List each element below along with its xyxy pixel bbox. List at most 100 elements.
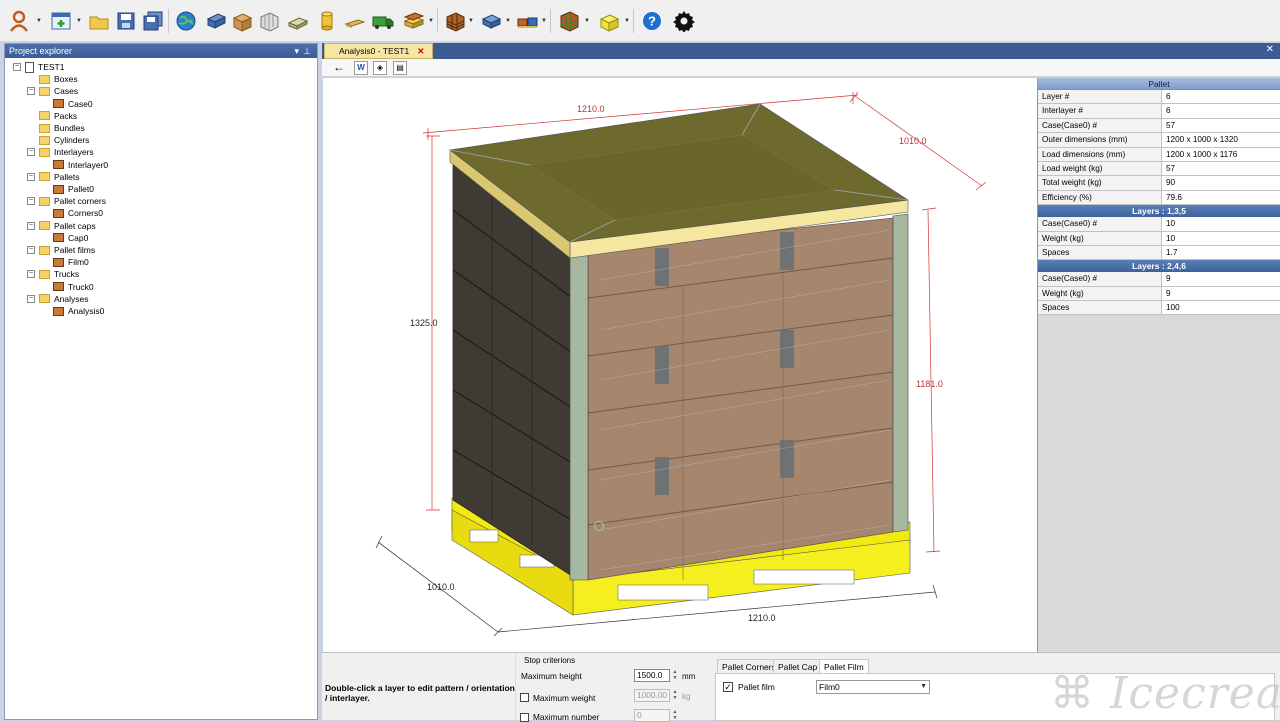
cylinder-icon[interactable] (314, 8, 340, 34)
tree-folder-boxes[interactable]: Boxes (39, 73, 78, 85)
tree-item-truck0[interactable]: Truck0 (53, 281, 94, 293)
settings-icon[interactable] (671, 8, 697, 34)
tree-item-corners0[interactable]: Corners0 (53, 207, 103, 219)
case-icon[interactable] (229, 8, 255, 34)
collapse-icon[interactable]: − (13, 63, 21, 71)
property-row[interactable]: Case(Case0) #10 (1038, 217, 1280, 232)
new-document-icon[interactable] (48, 8, 74, 34)
chevron-down-icon[interactable]: ▼ (428, 18, 434, 24)
max-number-spinner[interactable]: ▲ ▼ (671, 709, 679, 722)
pallet-drawing[interactable] (323, 78, 1037, 652)
tree-item-film0[interactable]: Film0 (53, 256, 89, 268)
collapse-icon[interactable]: − (27, 172, 35, 181)
pallet-3d-view[interactable]: 1210.0 1010.0 1325.0 1181.0 1010.0 1210.… (323, 78, 1037, 652)
tree-item-case0[interactable]: Case0 (53, 98, 93, 110)
export-image-icon[interactable]: ◈ (373, 61, 387, 75)
explorer-title: Project explorer (9, 46, 73, 56)
max-height-input[interactable]: 1500.0 (634, 669, 670, 682)
collapse-icon[interactable]: − (27, 294, 35, 303)
tree-folder-pallets[interactable]: Pallets (39, 171, 80, 183)
tree-folder-cylinders[interactable]: Cylinders (39, 134, 89, 146)
save-all-icon[interactable] (140, 8, 166, 34)
tree-folder-bundles[interactable]: Bundles (39, 122, 85, 134)
close-icon[interactable]: ✕ (1266, 44, 1274, 55)
tree-item-analysis0[interactable]: Analysis0 (53, 305, 104, 317)
tree-folder-trucks[interactable]: Trucks (39, 268, 79, 280)
tab-pallet-film[interactable]: Pallet Film (819, 659, 869, 673)
word-export-icon[interactable]: W (354, 61, 368, 75)
open-folder-icon[interactable] (86, 8, 112, 34)
property-row[interactable]: Interlayer #6 (1038, 104, 1280, 119)
save-icon[interactable] (113, 8, 139, 34)
pallet-load-icon[interactable] (556, 8, 582, 34)
dropdown-icon[interactable]: ▾ (294, 44, 299, 58)
tree-item-pallet0[interactable]: Pallet0 (53, 183, 94, 195)
collapse-icon[interactable]: − (27, 221, 35, 230)
tree-folder-pallet-films[interactable]: Pallet films (39, 244, 95, 256)
truck-icon[interactable] (370, 8, 396, 34)
collapse-icon[interactable]: − (27, 148, 35, 157)
tree-item-cap0[interactable]: Cap0 (53, 232, 88, 244)
chevron-down-icon[interactable]: ▼ (624, 18, 630, 24)
tree-folder-analyses[interactable]: Analyses (39, 293, 89, 305)
max-weight-spinner[interactable]: ▲ ▼ (671, 689, 679, 702)
document-icon[interactable]: ▤ (393, 61, 407, 75)
chevron-down-icon[interactable]: ▼ (468, 18, 474, 24)
analysis-icon[interactable] (442, 8, 468, 34)
property-row[interactable]: Outer dimensions (mm) 1200 x 1000 x 1320 (1038, 133, 1280, 148)
property-row[interactable]: Case(Case0) #9 (1038, 272, 1280, 287)
pallet-film-checkbox[interactable]: ✓ (723, 682, 733, 692)
chevron-down-icon[interactable]: ▼ (541, 18, 547, 24)
property-row[interactable]: Weight (kg) 10 (1038, 231, 1280, 246)
property-value: 90 (1162, 176, 1280, 190)
bundle-icon[interactable] (285, 8, 311, 34)
property-row[interactable]: Total weight (kg) 90 (1038, 176, 1280, 191)
collapse-icon[interactable]: − (27, 197, 35, 206)
tab-analysis0[interactable]: Analysis0 - TEST1 ✕ (324, 43, 434, 59)
tree-folder-pallet-corners[interactable]: Pallet corners (39, 195, 106, 207)
pack-icon[interactable] (256, 8, 282, 34)
property-row[interactable]: Case(Case0) #57 (1038, 118, 1280, 134)
property-row[interactable]: Spaces 1.7 (1038, 245, 1280, 261)
case-analysis-icon[interactable] (514, 8, 540, 34)
pallet-cap-icon[interactable] (596, 8, 622, 34)
property-row[interactable]: Spaces 100 (1038, 301, 1280, 316)
max-number-input[interactable]: 0 (634, 709, 670, 722)
chevron-down-icon[interactable]: ▼ (505, 18, 511, 24)
tree-folder-cases[interactable]: Cases (39, 85, 78, 97)
collapse-icon[interactable]: − (27, 246, 35, 254)
back-arrow-icon[interactable]: ← (332, 61, 346, 75)
property-row[interactable]: Weight (kg) 9 (1038, 286, 1280, 302)
property-row[interactable]: Efficiency (%) 79.6 (1038, 190, 1280, 206)
max-height-spinner[interactable]: ▲ ▼ (671, 669, 679, 682)
collapse-icon[interactable]: − (27, 87, 35, 96)
max-number-checkbox[interactable] (520, 713, 529, 722)
pallet-icon[interactable] (401, 8, 427, 34)
globe-icon[interactable] (173, 8, 199, 34)
close-icon[interactable]: ✕ (417, 46, 424, 56)
pin-icon[interactable]: ⊥ (303, 44, 311, 58)
tab-pallet-corners[interactable]: Pallet Corners (717, 659, 781, 673)
tree-root[interactable]: TEST1 (25, 61, 64, 73)
property-row[interactable]: Load dimensions (mm) 1200 x 1000 x 1176 (1038, 147, 1280, 162)
user-icon[interactable] (6, 8, 32, 34)
film-select[interactable]: Film0 ▼ (816, 680, 930, 694)
max-weight-input[interactable]: 1000.00 (634, 689, 670, 702)
property-row[interactable]: Layer #6 (1038, 90, 1280, 105)
stacking-icon[interactable] (478, 8, 504, 34)
tree-folder-packs[interactable]: Packs (39, 110, 77, 122)
tree-folder-interlayers[interactable]: Interlayers (39, 146, 94, 158)
tab-pallet-cap[interactable]: Pallet Cap (773, 659, 823, 673)
collapse-icon[interactable]: − (27, 270, 35, 279)
chevron-down-icon[interactable]: ▼ (76, 18, 82, 24)
tree-item-interlayer0[interactable]: Interlayer0 (53, 159, 108, 171)
property-row[interactable]: Load weight (kg) 57 (1038, 161, 1280, 177)
chevron-down-icon[interactable]: ▼ (584, 18, 590, 24)
help-icon[interactable]: ? (639, 8, 665, 34)
max-weight-checkbox[interactable] (520, 693, 529, 702)
interlayer-icon[interactable] (342, 8, 368, 34)
box-icon[interactable] (203, 8, 229, 34)
tree-folder-pallet-caps[interactable]: Pallet caps (39, 220, 96, 232)
folder-icon (39, 86, 50, 96)
chevron-down-icon[interactable]: ▼ (36, 18, 42, 24)
